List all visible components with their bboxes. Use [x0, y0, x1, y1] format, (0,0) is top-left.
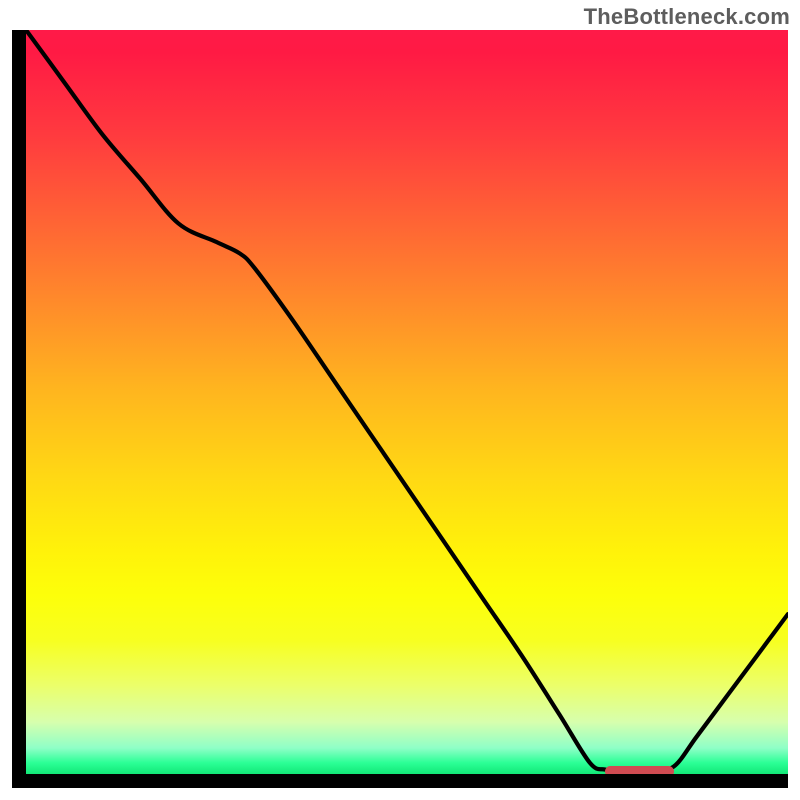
bottleneck-curve — [26, 30, 788, 774]
y-axis — [12, 30, 26, 788]
x-axis — [12, 774, 788, 788]
watermark-text: TheBottleneck.com — [584, 4, 790, 30]
chart-frame: TheBottleneck.com — [0, 0, 800, 800]
plot-outer — [12, 30, 788, 788]
